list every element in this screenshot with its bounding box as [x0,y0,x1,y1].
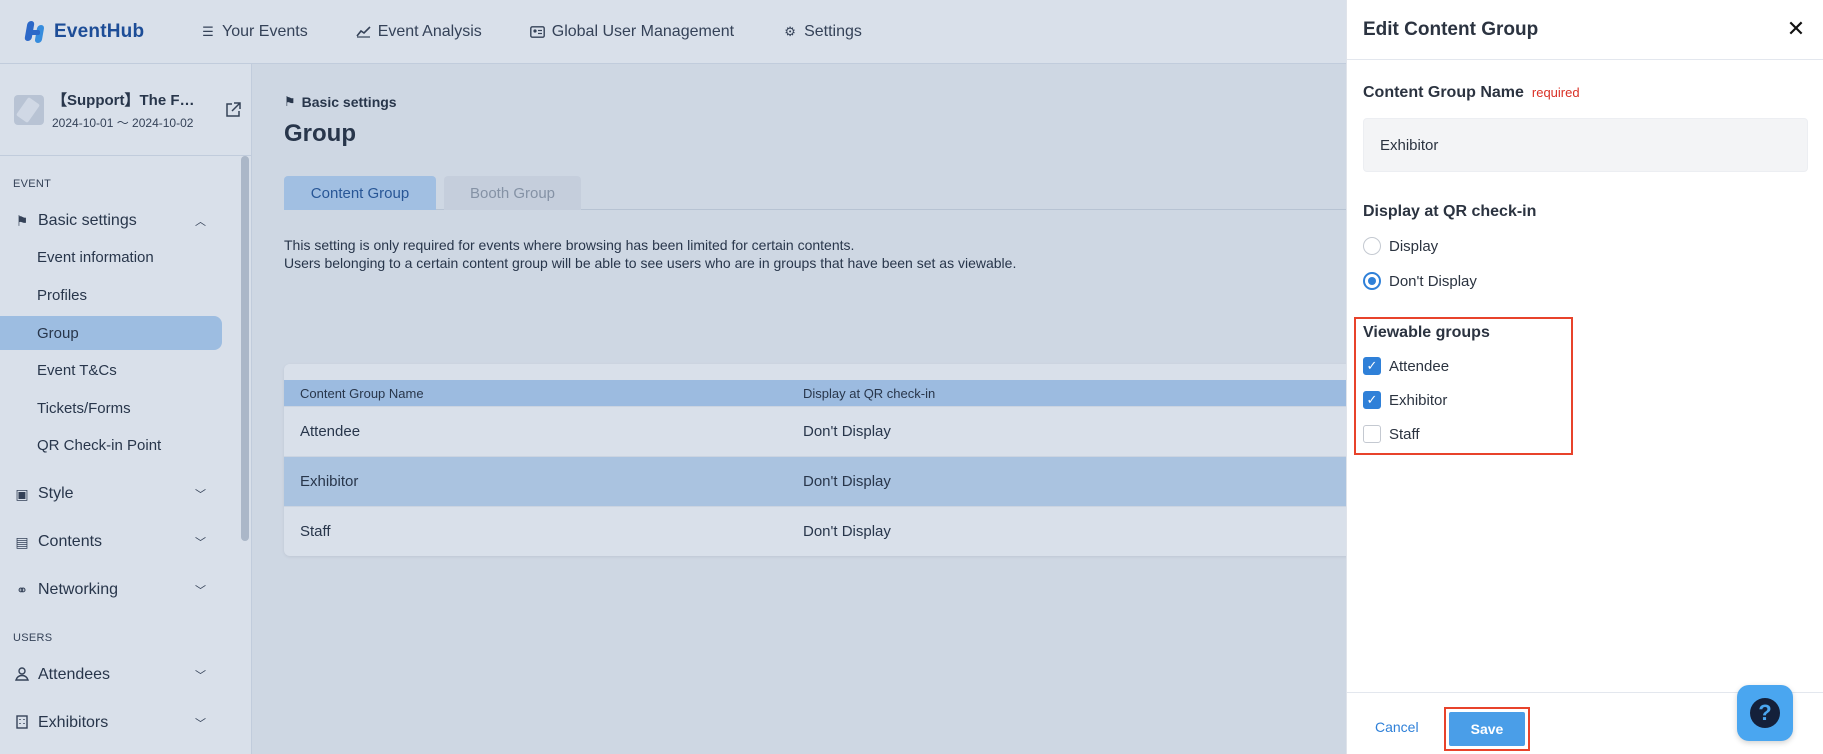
question-mark-icon: ? [1750,698,1780,728]
edit-content-group-drawer: Edit Content Group ✕ Content Group Name r… [1346,0,1823,754]
radio-display[interactable]: Display [1363,237,1438,255]
content-group-name-input[interactable] [1363,118,1808,172]
save-button[interactable]: Save [1449,712,1525,746]
checkbox-label: Staff [1389,425,1420,443]
required-badge: required [1531,85,1580,100]
radio-label: Don't Display [1389,272,1477,290]
qr-checkin-label: Display at QR check-in [1363,203,1537,220]
save-button-highlight: Save [1444,707,1530,751]
drawer-header: Edit Content Group [1347,0,1823,60]
checkmark-icon[interactable]: ✓ [1363,391,1381,409]
content-group-name-label: Content Group Name required [1363,84,1580,102]
radio-label: Display [1389,237,1439,255]
cancel-button[interactable]: Cancel [1375,719,1419,735]
close-icon[interactable]: ✕ [1785,18,1807,40]
checkbox-exhibitor[interactable]: ✓ Exhibitor [1363,391,1447,409]
checkmark-icon[interactable]: ✓ [1363,357,1381,375]
radio-dont-display[interactable]: Don't Display [1363,272,1477,290]
viewable-groups-label: Viewable groups [1363,324,1490,341]
radio-button-selected[interactable] [1363,272,1381,290]
checkbox-attendee[interactable]: ✓ Attendee [1363,357,1449,375]
field-label-text: Content Group Name [1363,84,1524,101]
radio-button[interactable] [1363,237,1381,255]
help-button[interactable]: ? [1737,685,1793,741]
drawer-title: Edit Content Group [1363,18,1539,40]
checkbox-staff[interactable]: Staff [1363,425,1420,443]
checkbox-unchecked[interactable] [1363,425,1381,443]
checkbox-label: Attendee [1389,357,1450,375]
checkbox-label: Exhibitor [1389,391,1448,409]
modal-backdrop[interactable] [0,0,1346,754]
